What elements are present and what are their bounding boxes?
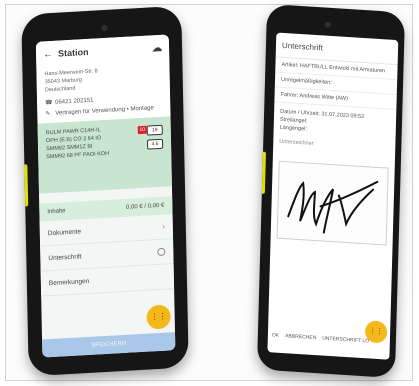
right-screen: Unterschrift Artikel: HAFTBULL Entwickl … — [267, 32, 399, 360]
clear-signature-button[interactable]: UNTERSCHRIFT LÖ — [322, 336, 369, 345]
ok-button[interactable]: OK — [272, 332, 279, 338]
front-camera — [324, 21, 331, 28]
inhalt-value: 0,00 € / 0,00 € — [125, 202, 165, 211]
status-circle-icon — [157, 247, 166, 257]
notes-label: Bemerkungen — [48, 277, 90, 287]
page-title: Station — [57, 46, 89, 59]
chevron-right-icon: › — [162, 223, 165, 231]
inhalt-label: Inhalte — [47, 208, 66, 216]
phone-icon: ☎ — [45, 99, 53, 107]
quantity-badge[interactable]: 4.6 — [146, 138, 164, 150]
signature-label: Unterschrift — [48, 252, 82, 262]
front-camera — [101, 24, 108, 32]
usage-text: Vertragen für Verwendung • Montage — [55, 104, 154, 117]
wrench-icon: ✎ — [45, 111, 51, 118]
back-arrow-icon[interactable]: ← — [43, 48, 53, 60]
status-badge-red: 10 — [137, 125, 147, 135]
floating-action-button[interactable]: ⋮⋮ — [146, 304, 171, 330]
left-handheld-device: ← Station ☁ Hans-Meerwein-Str. 8 35043 M… — [21, 5, 189, 377]
right-handheld-device: Unterschrift Artikel: HAFTBULL Entwickl … — [256, 3, 406, 379]
signature-drawing — [287, 180, 379, 234]
phone-number: 06421 202151 — [55, 97, 94, 106]
cancel-button[interactable]: ABBRECHEN — [285, 333, 316, 341]
documents-label: Dokumente — [47, 227, 82, 237]
left-screen: ← Station ☁ Hans-Meerwein-Str. 8 35043 M… — [35, 34, 176, 358]
signature-pad[interactable] — [276, 160, 389, 246]
cloud-icon[interactable]: ☁ — [152, 42, 162, 54]
quantity-badge[interactable]: 19 — [146, 124, 163, 136]
save-button[interactable]: SPEICHERN — [42, 332, 176, 358]
product-panel[interactable]: RULM PAWR C14H-IL OPH (E.B) CO 2 64 IO S… — [37, 116, 172, 194]
